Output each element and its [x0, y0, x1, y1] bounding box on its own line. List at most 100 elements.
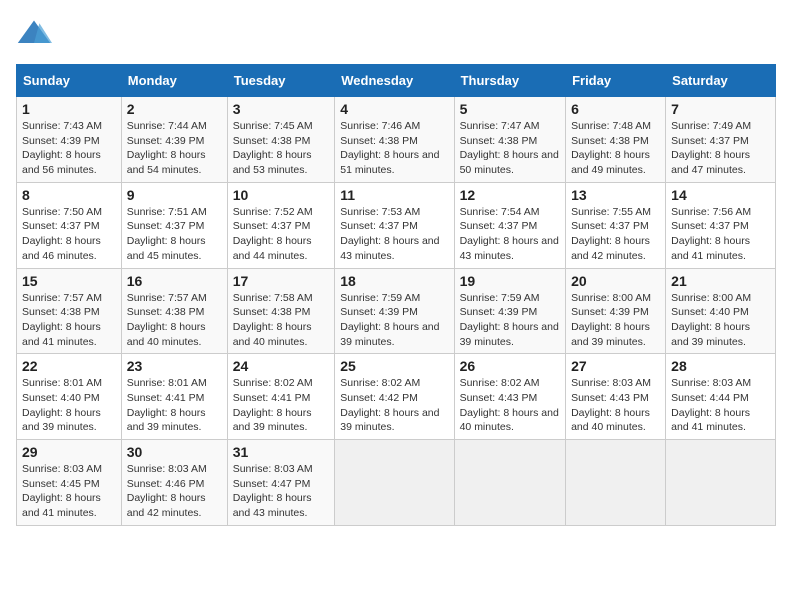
calendar-table: SundayMondayTuesdayWednesdayThursdayFrid…: [16, 64, 776, 526]
calendar-cell: 20 Sunrise: 8:00 AM Sunset: 4:39 PM Dayl…: [566, 268, 666, 354]
calendar-week-row: 15 Sunrise: 7:57 AM Sunset: 4:38 PM Dayl…: [17, 268, 776, 354]
day-info: Sunrise: 8:03 AM Sunset: 4:44 PM Dayligh…: [671, 376, 770, 435]
calendar-cell: 10 Sunrise: 7:52 AM Sunset: 4:37 PM Dayl…: [227, 182, 335, 268]
day-number: 28: [671, 358, 770, 374]
calendar-week-row: 29 Sunrise: 8:03 AM Sunset: 4:45 PM Dayl…: [17, 440, 776, 526]
day-info: Sunrise: 7:53 AM Sunset: 4:37 PM Dayligh…: [340, 205, 448, 264]
day-info: Sunrise: 7:43 AM Sunset: 4:39 PM Dayligh…: [22, 119, 116, 178]
day-info: Sunrise: 8:02 AM Sunset: 4:41 PM Dayligh…: [233, 376, 330, 435]
day-number: 8: [22, 187, 116, 203]
calendar-cell: 25 Sunrise: 8:02 AM Sunset: 4:42 PM Dayl…: [335, 354, 454, 440]
logo: [16, 16, 56, 52]
day-info: Sunrise: 7:56 AM Sunset: 4:37 PM Dayligh…: [671, 205, 770, 264]
day-number: 24: [233, 358, 330, 374]
calendar-cell: 7 Sunrise: 7:49 AM Sunset: 4:37 PM Dayli…: [666, 97, 776, 183]
day-number: 11: [340, 187, 448, 203]
calendar-cell: [454, 440, 565, 526]
day-info: Sunrise: 7:50 AM Sunset: 4:37 PM Dayligh…: [22, 205, 116, 264]
weekday-header-monday: Monday: [121, 65, 227, 97]
weekday-header-saturday: Saturday: [666, 65, 776, 97]
calendar-cell: 5 Sunrise: 7:47 AM Sunset: 4:38 PM Dayli…: [454, 97, 565, 183]
day-info: Sunrise: 7:58 AM Sunset: 4:38 PM Dayligh…: [233, 291, 330, 350]
day-number: 26: [460, 358, 560, 374]
calendar-cell: 9 Sunrise: 7:51 AM Sunset: 4:37 PM Dayli…: [121, 182, 227, 268]
day-info: Sunrise: 8:00 AM Sunset: 4:39 PM Dayligh…: [571, 291, 660, 350]
calendar-cell: 11 Sunrise: 7:53 AM Sunset: 4:37 PM Dayl…: [335, 182, 454, 268]
calendar-cell: 17 Sunrise: 7:58 AM Sunset: 4:38 PM Dayl…: [227, 268, 335, 354]
day-info: Sunrise: 8:02 AM Sunset: 4:43 PM Dayligh…: [460, 376, 560, 435]
calendar-cell: 4 Sunrise: 7:46 AM Sunset: 4:38 PM Dayli…: [335, 97, 454, 183]
calendar-week-row: 1 Sunrise: 7:43 AM Sunset: 4:39 PM Dayli…: [17, 97, 776, 183]
weekday-header-tuesday: Tuesday: [227, 65, 335, 97]
day-info: Sunrise: 7:51 AM Sunset: 4:37 PM Dayligh…: [127, 205, 222, 264]
day-info: Sunrise: 7:46 AM Sunset: 4:38 PM Dayligh…: [340, 119, 448, 178]
day-info: Sunrise: 7:54 AM Sunset: 4:37 PM Dayligh…: [460, 205, 560, 264]
weekday-header-wednesday: Wednesday: [335, 65, 454, 97]
day-number: 20: [571, 273, 660, 289]
day-number: 25: [340, 358, 448, 374]
calendar-week-row: 22 Sunrise: 8:01 AM Sunset: 4:40 PM Dayl…: [17, 354, 776, 440]
calendar-cell: 21 Sunrise: 8:00 AM Sunset: 4:40 PM Dayl…: [666, 268, 776, 354]
day-number: 29: [22, 444, 116, 460]
day-info: Sunrise: 7:59 AM Sunset: 4:39 PM Dayligh…: [340, 291, 448, 350]
logo-icon: [16, 16, 52, 52]
calendar-cell: [335, 440, 454, 526]
calendar-cell: 30 Sunrise: 8:03 AM Sunset: 4:46 PM Dayl…: [121, 440, 227, 526]
day-number: 10: [233, 187, 330, 203]
day-number: 14: [671, 187, 770, 203]
calendar-cell: 27 Sunrise: 8:03 AM Sunset: 4:43 PM Dayl…: [566, 354, 666, 440]
day-number: 5: [460, 101, 560, 117]
day-number: 15: [22, 273, 116, 289]
day-info: Sunrise: 7:57 AM Sunset: 4:38 PM Dayligh…: [22, 291, 116, 350]
day-info: Sunrise: 7:55 AM Sunset: 4:37 PM Dayligh…: [571, 205, 660, 264]
weekday-header-thursday: Thursday: [454, 65, 565, 97]
day-number: 19: [460, 273, 560, 289]
day-number: 21: [671, 273, 770, 289]
day-number: 7: [671, 101, 770, 117]
calendar-cell: 16 Sunrise: 7:57 AM Sunset: 4:38 PM Dayl…: [121, 268, 227, 354]
calendar-cell: 13 Sunrise: 7:55 AM Sunset: 4:37 PM Dayl…: [566, 182, 666, 268]
day-number: 16: [127, 273, 222, 289]
day-info: Sunrise: 8:00 AM Sunset: 4:40 PM Dayligh…: [671, 291, 770, 350]
day-info: Sunrise: 8:02 AM Sunset: 4:42 PM Dayligh…: [340, 376, 448, 435]
day-number: 3: [233, 101, 330, 117]
day-number: 6: [571, 101, 660, 117]
day-info: Sunrise: 8:03 AM Sunset: 4:45 PM Dayligh…: [22, 462, 116, 521]
calendar-cell: 29 Sunrise: 8:03 AM Sunset: 4:45 PM Dayl…: [17, 440, 122, 526]
calendar-cell: 8 Sunrise: 7:50 AM Sunset: 4:37 PM Dayli…: [17, 182, 122, 268]
day-number: 31: [233, 444, 330, 460]
day-info: Sunrise: 7:52 AM Sunset: 4:37 PM Dayligh…: [233, 205, 330, 264]
day-info: Sunrise: 8:03 AM Sunset: 4:43 PM Dayligh…: [571, 376, 660, 435]
day-info: Sunrise: 7:48 AM Sunset: 4:38 PM Dayligh…: [571, 119, 660, 178]
calendar-cell: [566, 440, 666, 526]
day-info: Sunrise: 7:49 AM Sunset: 4:37 PM Dayligh…: [671, 119, 770, 178]
day-info: Sunrise: 7:45 AM Sunset: 4:38 PM Dayligh…: [233, 119, 330, 178]
calendar-cell: 22 Sunrise: 8:01 AM Sunset: 4:40 PM Dayl…: [17, 354, 122, 440]
calendar-cell: 3 Sunrise: 7:45 AM Sunset: 4:38 PM Dayli…: [227, 97, 335, 183]
calendar-cell: 24 Sunrise: 8:02 AM Sunset: 4:41 PM Dayl…: [227, 354, 335, 440]
day-number: 23: [127, 358, 222, 374]
calendar-cell: 15 Sunrise: 7:57 AM Sunset: 4:38 PM Dayl…: [17, 268, 122, 354]
calendar-cell: 2 Sunrise: 7:44 AM Sunset: 4:39 PM Dayli…: [121, 97, 227, 183]
day-info: Sunrise: 7:57 AM Sunset: 4:38 PM Dayligh…: [127, 291, 222, 350]
day-number: 2: [127, 101, 222, 117]
calendar-cell: 26 Sunrise: 8:02 AM Sunset: 4:43 PM Dayl…: [454, 354, 565, 440]
calendar-cell: 18 Sunrise: 7:59 AM Sunset: 4:39 PM Dayl…: [335, 268, 454, 354]
day-number: 9: [127, 187, 222, 203]
page-header: [16, 16, 776, 52]
day-number: 27: [571, 358, 660, 374]
calendar-cell: 23 Sunrise: 8:01 AM Sunset: 4:41 PM Dayl…: [121, 354, 227, 440]
day-info: Sunrise: 8:01 AM Sunset: 4:40 PM Dayligh…: [22, 376, 116, 435]
day-info: Sunrise: 7:47 AM Sunset: 4:38 PM Dayligh…: [460, 119, 560, 178]
calendar-week-row: 8 Sunrise: 7:50 AM Sunset: 4:37 PM Dayli…: [17, 182, 776, 268]
weekday-header-row: SundayMondayTuesdayWednesdayThursdayFrid…: [17, 65, 776, 97]
calendar-cell: 1 Sunrise: 7:43 AM Sunset: 4:39 PM Dayli…: [17, 97, 122, 183]
day-number: 17: [233, 273, 330, 289]
day-number: 30: [127, 444, 222, 460]
day-info: Sunrise: 8:03 AM Sunset: 4:46 PM Dayligh…: [127, 462, 222, 521]
weekday-header-sunday: Sunday: [17, 65, 122, 97]
day-info: Sunrise: 8:01 AM Sunset: 4:41 PM Dayligh…: [127, 376, 222, 435]
day-number: 12: [460, 187, 560, 203]
day-info: Sunrise: 8:03 AM Sunset: 4:47 PM Dayligh…: [233, 462, 330, 521]
calendar-cell: 12 Sunrise: 7:54 AM Sunset: 4:37 PM Dayl…: [454, 182, 565, 268]
